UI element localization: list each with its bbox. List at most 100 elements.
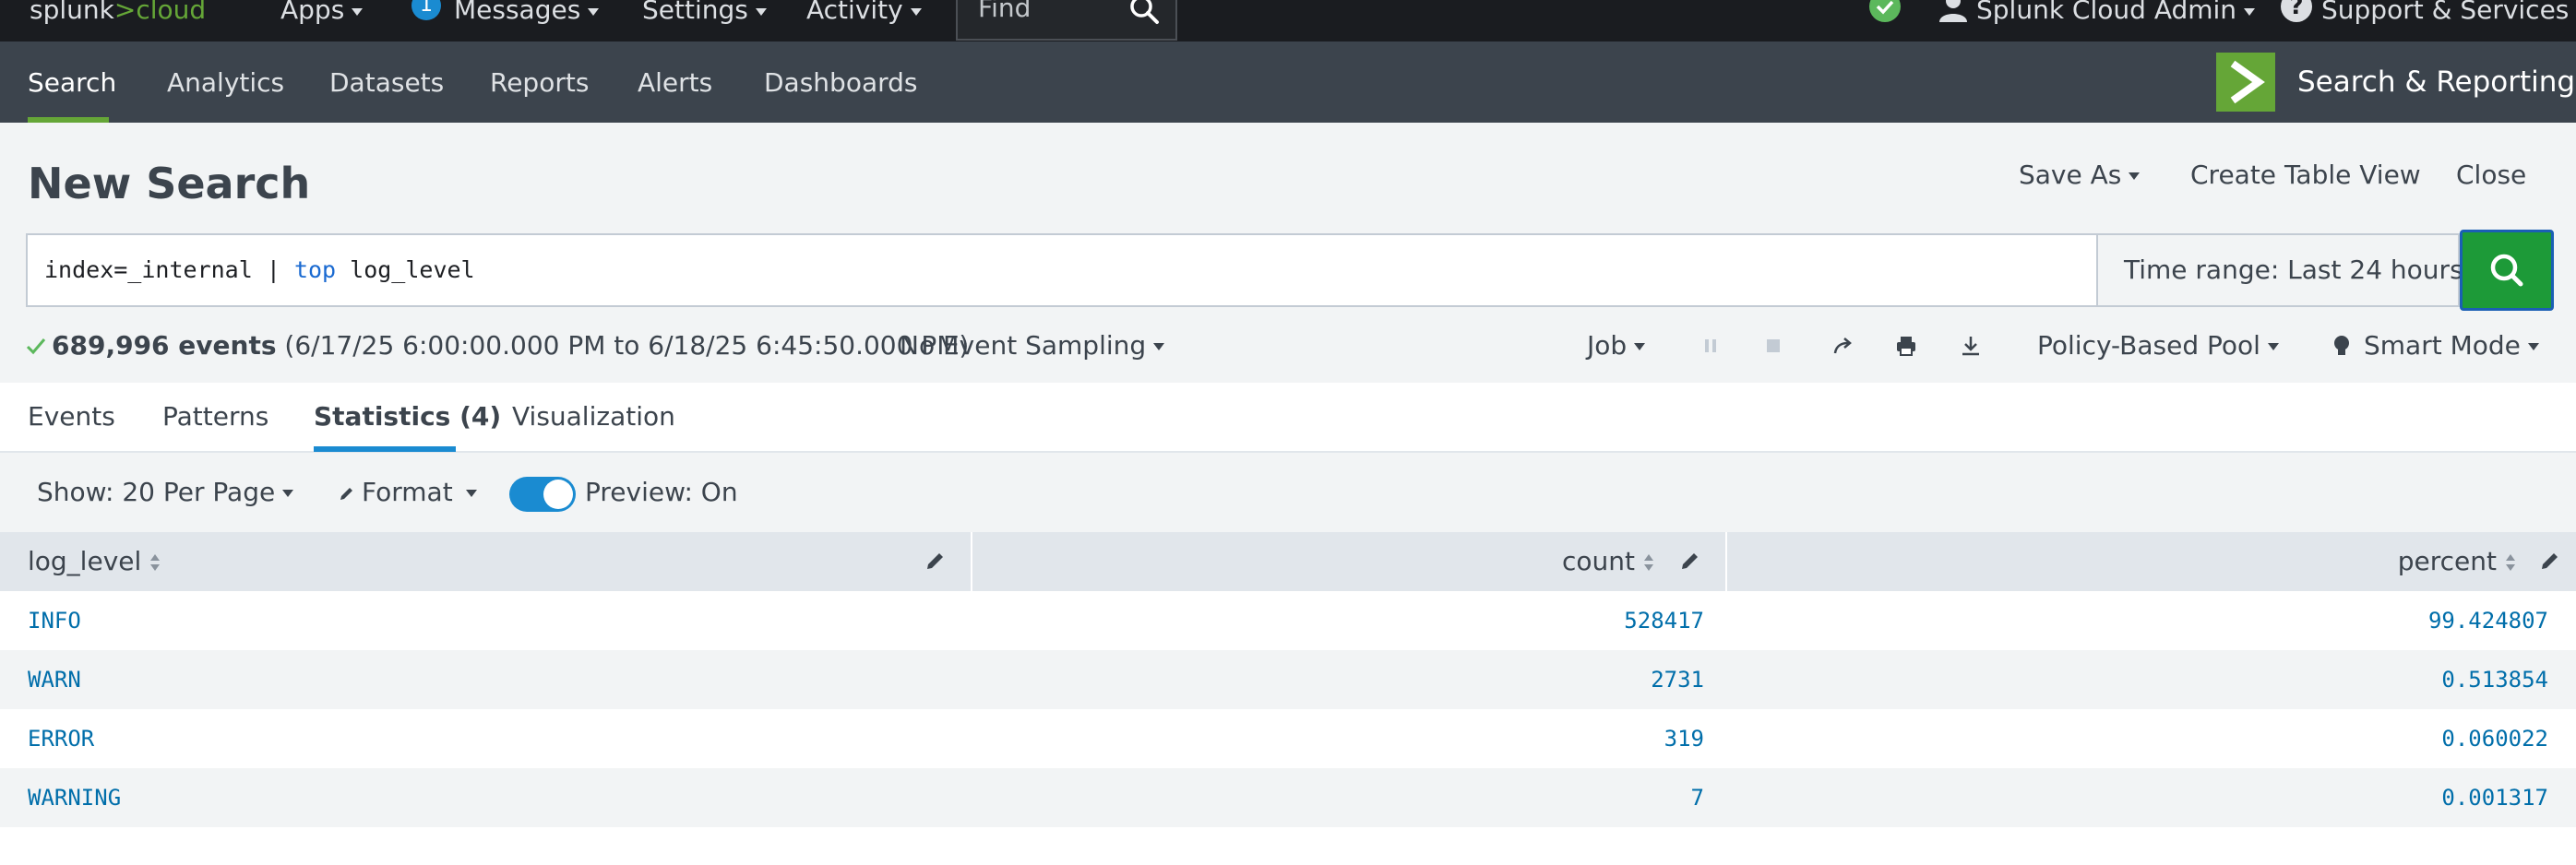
user-menu[interactable]: Splunk Cloud Admin (1976, 0, 2256, 23)
event-sampling-dropdown[interactable]: No Event Sampling (900, 329, 1165, 362)
logo-product: cloud (136, 0, 207, 25)
cell-log-level[interactable]: WARN (28, 650, 81, 709)
chevron-down-icon (2527, 343, 2539, 350)
search-bar: index=_internal | top log_level Time ran… (26, 230, 2554, 311)
chevron-down-icon (282, 490, 294, 497)
settings-menu[interactable]: Settings (642, 0, 767, 23)
stop-icon[interactable] (1760, 333, 1786, 359)
chevron-down-icon (465, 490, 477, 497)
cell-percent[interactable]: 0.513854 (2441, 650, 2548, 709)
page-title: New Search (28, 159, 311, 208)
close-button[interactable]: Close (2456, 160, 2526, 191)
column-header-count[interactable]: count (972, 532, 1725, 591)
column-header-log-level[interactable]: log_level (0, 532, 971, 591)
table-row: WARN 2731 0.513854 (0, 650, 2576, 709)
splunk-cloud-logo[interactable]: splunk>cloud (30, 0, 206, 23)
table-options-row: Show: 20 Per Page Format Preview: On (0, 453, 2576, 532)
messages-menu[interactable]: Messages (454, 0, 600, 23)
chevron-down-icon (588, 8, 600, 16)
apps-menu[interactable]: Apps (280, 0, 364, 23)
query-keyword: top (293, 256, 337, 283)
cell-count[interactable]: 319 (1664, 709, 1704, 768)
tab-events[interactable]: Events (28, 401, 115, 432)
column-label: percent (2397, 546, 2497, 576)
table-row: INFO 528417 99.424807 (0, 591, 2576, 650)
chevron-down-icon (2267, 343, 2279, 350)
chevron-down-icon (2129, 172, 2141, 180)
cell-percent[interactable]: 0.001317 (2441, 768, 2548, 827)
tab-patterns[interactable]: Patterns (162, 401, 268, 432)
print-icon[interactable] (1893, 333, 1919, 359)
save-as-button[interactable]: Save As (2019, 160, 2141, 191)
user-menu-label: Splunk Cloud Admin (1976, 0, 2237, 25)
event-sampling-label: No Event Sampling (900, 330, 1147, 361)
cell-log-level[interactable]: INFO (28, 591, 81, 650)
support-menu[interactable]: Support & Services (2321, 0, 2576, 23)
chevron-down-icon (910, 8, 922, 16)
search-button[interactable] (2460, 230, 2554, 311)
lightbulb-icon (2334, 336, 2349, 355)
search-icon[interactable] (1127, 0, 1161, 26)
support-menu-label: Support & Services (2321, 0, 2570, 25)
cell-count[interactable]: 528417 (1624, 591, 1704, 650)
chevron-down-icon (1153, 343, 1165, 350)
format-label: Format (362, 477, 453, 507)
checkmark-icon (26, 338, 46, 355)
results-tabs: Events Patterns Statistics (4) Visualiza… (0, 383, 2576, 453)
logo-main: splunk (30, 0, 114, 25)
cell-count[interactable]: 7 (1691, 768, 1704, 827)
app-title[interactable]: Search & Reporting (2297, 65, 2575, 99)
search-mode-dropdown[interactable]: Smart Mode (2364, 329, 2539, 362)
share-icon[interactable] (1831, 333, 1856, 359)
cell-log-level[interactable]: ERROR (28, 709, 94, 768)
activity-menu[interactable]: Activity (806, 0, 922, 23)
job-menu[interactable]: Job (1587, 329, 1646, 362)
sort-icon[interactable] (1642, 552, 1655, 573)
create-table-view-button[interactable]: Create Table View (2190, 160, 2421, 191)
cell-count[interactable]: 2731 (1651, 650, 1704, 709)
find-input[interactable]: Find (956, 0, 1177, 41)
nav-item-reports[interactable]: Reports (490, 67, 589, 99)
cell-percent[interactable]: 99.424807 (2428, 591, 2548, 650)
policy-pool-dropdown[interactable]: Policy-Based Pool (2037, 329, 2279, 362)
help-icon: ? (2281, 0, 2312, 22)
tab-visualization[interactable]: Visualization (512, 401, 675, 432)
search-header: New Search Save As Create Table View Clo… (0, 123, 2576, 383)
sort-icon[interactable] (2504, 552, 2517, 573)
cell-log-level[interactable]: WARNING (28, 768, 121, 827)
pencil-icon[interactable] (2539, 550, 2561, 572)
active-tab-indicator (314, 446, 456, 452)
chevron-down-icon (352, 8, 364, 16)
pause-icon[interactable] (1698, 333, 1723, 359)
query-prefix: index=_internal | (44, 256, 294, 283)
time-range-picker[interactable]: Time range: Last 24 hours (2096, 233, 2482, 307)
cell-percent[interactable]: 0.060022 (2441, 709, 2548, 768)
format-dropdown[interactable]: Format (338, 477, 477, 508)
tab-statistics[interactable]: Statistics (4) (314, 401, 501, 432)
nav-item-search[interactable]: Search (28, 67, 116, 99)
time-range-label: Time range: Last 24 hours (2124, 255, 2463, 285)
pencil-icon[interactable] (1679, 550, 1701, 572)
search-mode-label: Smart Mode (2364, 330, 2521, 361)
event-summary: 689,996 events (6/17/25 6:00:00.000 PM t… (52, 329, 969, 362)
nav-item-dashboards[interactable]: Dashboards (764, 67, 918, 99)
column-label: count (1562, 546, 1635, 576)
pencil-icon[interactable] (924, 550, 947, 572)
nav-item-analytics[interactable]: Analytics (167, 67, 284, 99)
search-query-input[interactable]: index=_internal | top log_level (26, 233, 2098, 307)
app-logo-icon[interactable] (2216, 53, 2275, 112)
messages-count-badge[interactable]: 1 (411, 0, 441, 20)
nav-item-datasets[interactable]: Datasets (329, 67, 444, 99)
sort-icon[interactable] (149, 552, 161, 573)
query-suffix: log_level (336, 256, 475, 283)
job-status-row: 689,996 events (6/17/25 6:00:00.000 PM t… (0, 324, 2576, 368)
check-circle-icon[interactable] (1869, 0, 1901, 22)
nav-item-alerts[interactable]: Alerts (638, 67, 712, 99)
per-page-dropdown[interactable]: Show: 20 Per Page (37, 477, 294, 508)
job-menu-label: Job (1587, 330, 1628, 361)
preview-toggle[interactable] (509, 477, 576, 512)
chevron-down-icon (2244, 8, 2256, 16)
toggle-knob (543, 480, 573, 509)
download-icon[interactable] (1958, 333, 1984, 359)
column-header-percent[interactable]: percent (1727, 532, 2576, 591)
